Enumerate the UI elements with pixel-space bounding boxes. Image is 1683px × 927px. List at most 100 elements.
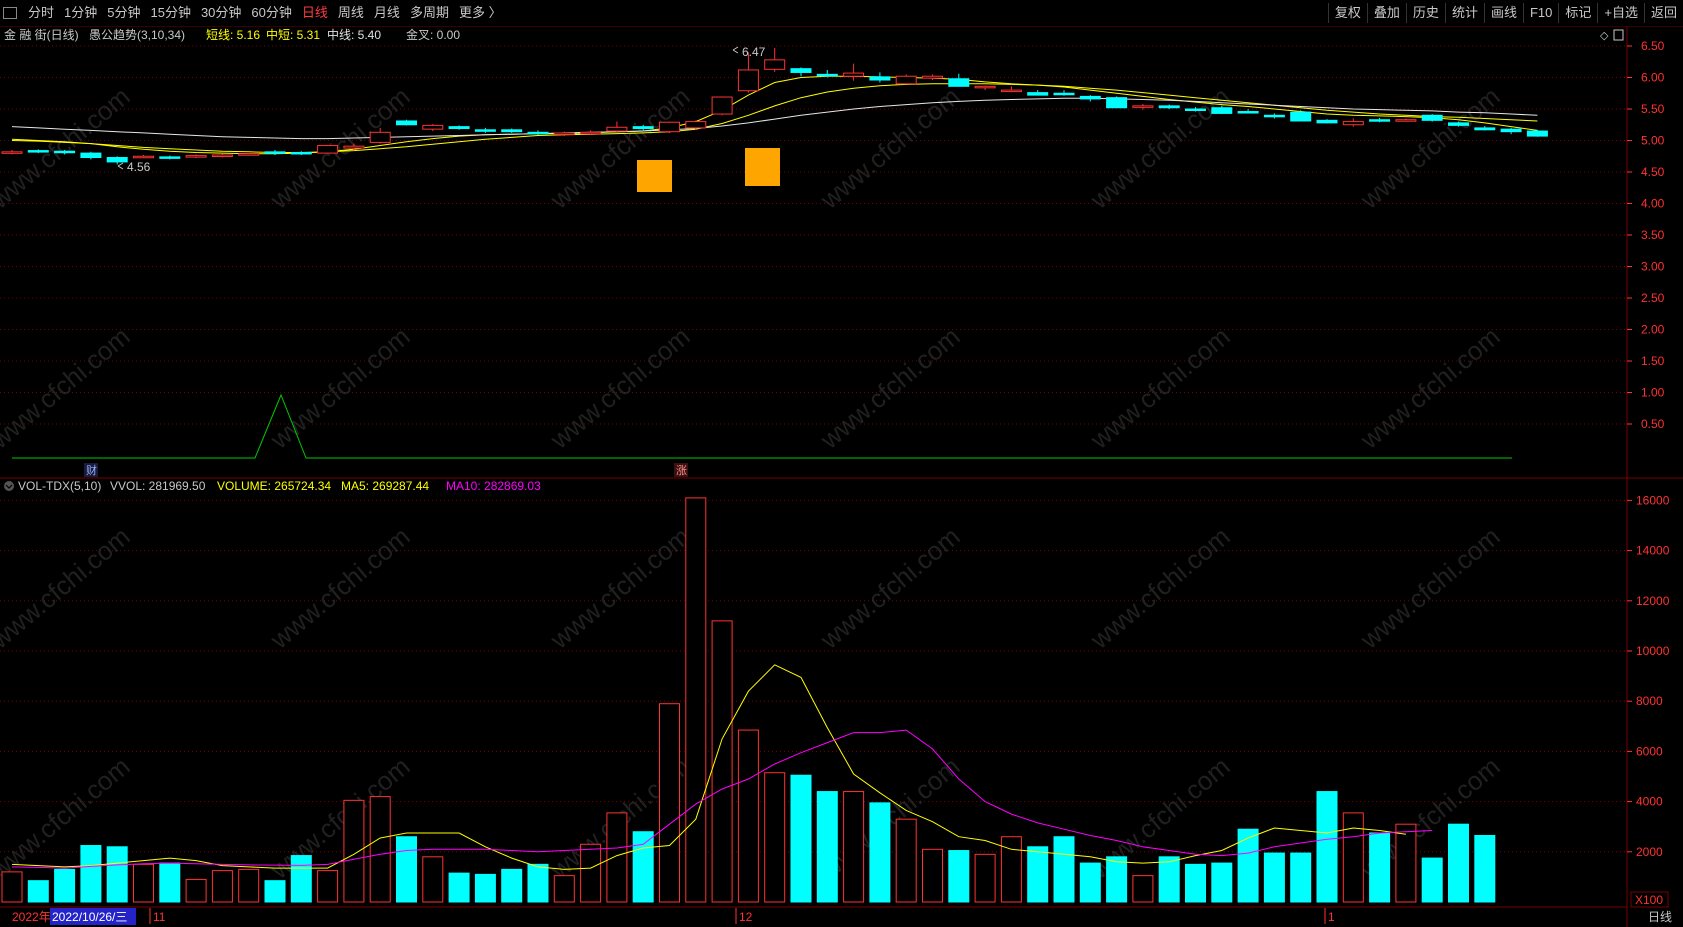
volume-bar	[1395, 823, 1417, 903]
tab-weekly[interactable]: 周线	[333, 0, 369, 26]
volume-bar	[1474, 834, 1496, 903]
candle	[1158, 104, 1180, 109]
period-label[interactable]: 日线	[1648, 910, 1672, 924]
candle-body	[948, 78, 970, 87]
golden-cross-signal-line	[12, 393, 1512, 459]
volume-bar	[264, 880, 286, 903]
price-tick-label: 1.50	[1641, 354, 1665, 368]
tab-monthly[interactable]: 月线	[369, 0, 405, 26]
volume-bar	[869, 802, 891, 903]
candle	[1500, 127, 1522, 135]
candle	[764, 47, 786, 72]
tab-1min[interactable]: 1分钟	[59, 0, 102, 26]
volume-collapse-icon[interactable]	[4, 481, 14, 491]
volume-bar	[1448, 823, 1469, 903]
candle	[1000, 86, 1022, 93]
volume-legend: VOL-TDX(5,10) VVOL: 281969.50 VOLUME: 26…	[4, 479, 541, 493]
f10-button[interactable]: F10	[1522, 3, 1558, 23]
action-buttons: 复权 叠加 历史 统计 画线 F10 标记 +自选 返回	[1327, 0, 1683, 26]
price-tick-label: 2.00	[1641, 323, 1665, 337]
diamond-icon[interactable]: ◇	[1600, 30, 1609, 42]
candle-body	[737, 69, 759, 92]
legend-mid: 中线: 5.40	[327, 27, 381, 42]
candle	[606, 121, 628, 133]
candle-body	[1263, 114, 1285, 118]
candle	[80, 151, 102, 160]
candle-body	[238, 153, 260, 156]
candle	[895, 74, 917, 85]
candle-body	[474, 129, 496, 132]
candle-body	[1500, 128, 1522, 133]
candle-body	[869, 76, 891, 81]
watermark-text: www.cfchi.com	[544, 321, 696, 455]
watermark-text: www.cfchi.com	[0, 521, 136, 655]
signal-block-1	[637, 160, 672, 192]
high-marker: 6.47	[732, 45, 766, 59]
volume-bar	[1421, 857, 1443, 903]
candle	[527, 130, 549, 135]
tab-multi-period[interactable]: 多周期	[405, 0, 454, 26]
volume-tick-label: 12000	[1636, 594, 1670, 608]
tab-30min[interactable]: 30分钟	[196, 0, 246, 26]
stock-name: 金 融 街(日线)	[4, 27, 79, 42]
candle	[396, 119, 417, 126]
history-button[interactable]: 历史	[1405, 3, 1445, 23]
watermark-text: www.cfchi.com	[814, 81, 966, 215]
tab-fenshi[interactable]: 分时	[23, 0, 59, 26]
tab-5min[interactable]: 5分钟	[102, 0, 145, 26]
candle-body	[606, 126, 628, 132]
tab-more[interactable]: 更多 〉	[454, 0, 507, 26]
volume-bar	[632, 831, 654, 903]
mark-button[interactable]: 标记	[1558, 3, 1597, 23]
candle-body	[159, 156, 181, 159]
price-tick-label: 3.50	[1641, 228, 1665, 242]
legend-golden-cross: 金叉: 0.00	[406, 27, 460, 42]
volume-tick-label: 10000	[1636, 644, 1670, 658]
kline-chart[interactable]: www.cfchi.com www.cfchi.com www.cfchi.com w…	[0, 26, 1683, 927]
volume-bar	[448, 872, 470, 903]
candle	[1369, 117, 1391, 123]
candle-body	[448, 126, 470, 130]
candle-body	[106, 157, 128, 163]
adjust-button[interactable]: 复权	[1327, 3, 1367, 23]
candle-body	[1448, 122, 1469, 126]
rise-event-label: 涨	[676, 464, 687, 477]
watermark-text: www.cfchi.com	[1354, 81, 1506, 215]
overlay-button[interactable]: 叠加	[1366, 3, 1406, 23]
candle	[501, 128, 523, 133]
candle-body	[922, 75, 943, 79]
candle	[106, 156, 128, 165]
candle-body	[290, 151, 312, 155]
statistics-button[interactable]: 统计	[1444, 3, 1484, 23]
volume-bar	[343, 799, 365, 903]
volume-bar	[685, 497, 707, 903]
high-marker-label: 6.47	[742, 45, 766, 59]
main-legend: 金 融 街(日线) 愚公趋势(3,10,34) 短线: 5.16 中短: 5.3…	[4, 27, 1624, 42]
candle-body	[1237, 111, 1259, 114]
period-tabs: 分时 1分钟 5分钟 15分钟 30分钟 60分钟 日线 周线 月线 多周期 更…	[0, 0, 507, 26]
candle-body	[396, 120, 417, 126]
tab-daily[interactable]: 日线	[297, 0, 333, 26]
panel-toggle-icon[interactable]	[3, 7, 17, 19]
candle-body	[895, 75, 917, 85]
legend-volume: VOLUME: 265724.34	[217, 479, 331, 493]
volume-bar	[895, 818, 917, 903]
watermark-text: www.cfchi.com	[1354, 321, 1506, 455]
price-axis: 6.50 6.00 5.50 5.00 4.50 4.00 3.50 3.00 2.50 2.00…	[1627, 39, 1665, 431]
volume-bar	[1290, 852, 1312, 903]
back-button[interactable]: 返回	[1643, 3, 1683, 23]
volume-bar	[922, 848, 943, 903]
candle-body	[1027, 92, 1049, 96]
draw-line-button[interactable]: 画线	[1483, 3, 1523, 23]
tab-60min[interactable]: 60分钟	[246, 0, 296, 26]
panel-menu-icon[interactable]	[1613, 29, 1624, 41]
candle	[948, 73, 970, 87]
candle-body	[1, 151, 23, 154]
candle	[159, 155, 181, 160]
volume-tick-label: 2000	[1636, 845, 1663, 859]
volume-bar	[1263, 852, 1285, 903]
add-watchlist-button[interactable]: +自选	[1597, 3, 1644, 23]
finance-event-label: 财	[86, 463, 97, 477]
tab-15min[interactable]: 15分钟	[145, 0, 195, 26]
volume-bar	[790, 774, 812, 903]
